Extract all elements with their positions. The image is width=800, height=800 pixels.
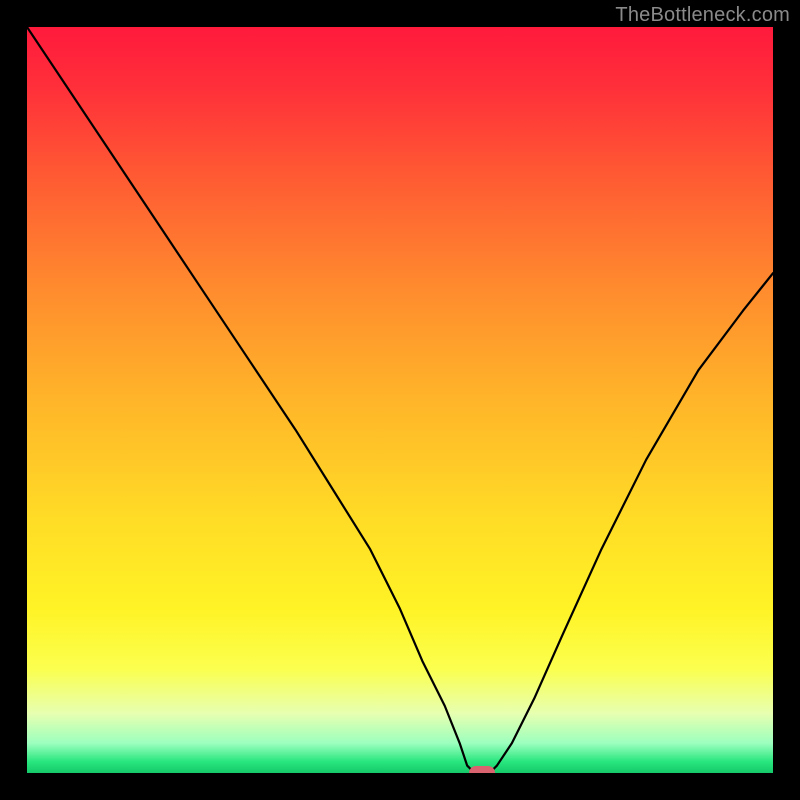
plot-area bbox=[27, 27, 773, 773]
chart-svg bbox=[27, 27, 773, 773]
bottleneck-curve bbox=[27, 27, 773, 773]
optimum-marker bbox=[469, 766, 495, 773]
chart-frame: TheBottleneck.com bbox=[0, 0, 800, 800]
watermark-text: TheBottleneck.com bbox=[615, 4, 790, 27]
